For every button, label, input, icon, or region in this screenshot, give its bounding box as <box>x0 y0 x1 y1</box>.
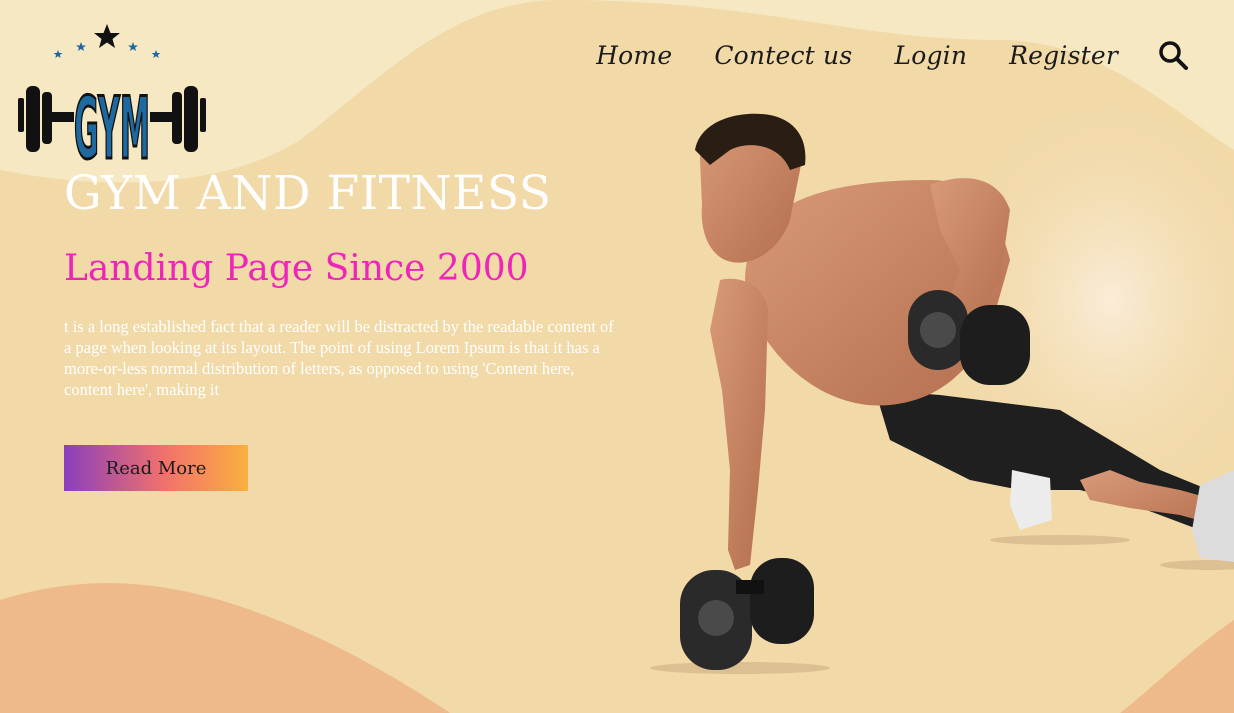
search-button[interactable] <box>1156 38 1190 72</box>
hero-subtitle: Landing Page Since 2000 <box>64 248 529 289</box>
read-more-button[interactable]: Read More <box>64 445 248 491</box>
search-icon <box>1159 41 1188 70</box>
nav-register[interactable]: Register <box>1009 41 1118 70</box>
hero-description: t is a long established fact that a read… <box>64 317 614 399</box>
athlete-image <box>650 113 1234 674</box>
gym-logo[interactable]: GYM <box>14 18 210 181</box>
nav-contact[interactable]: Contect us <box>714 41 852 70</box>
logo-text: GYM <box>74 79 150 170</box>
nav-login[interactable]: Login <box>894 41 967 70</box>
main-nav: Home Contect us Login Register <box>596 38 1190 72</box>
logo-stars <box>53 24 161 58</box>
hero-title: GYM AND FITNESS <box>64 166 552 221</box>
nav-home[interactable]: Home <box>596 41 672 70</box>
